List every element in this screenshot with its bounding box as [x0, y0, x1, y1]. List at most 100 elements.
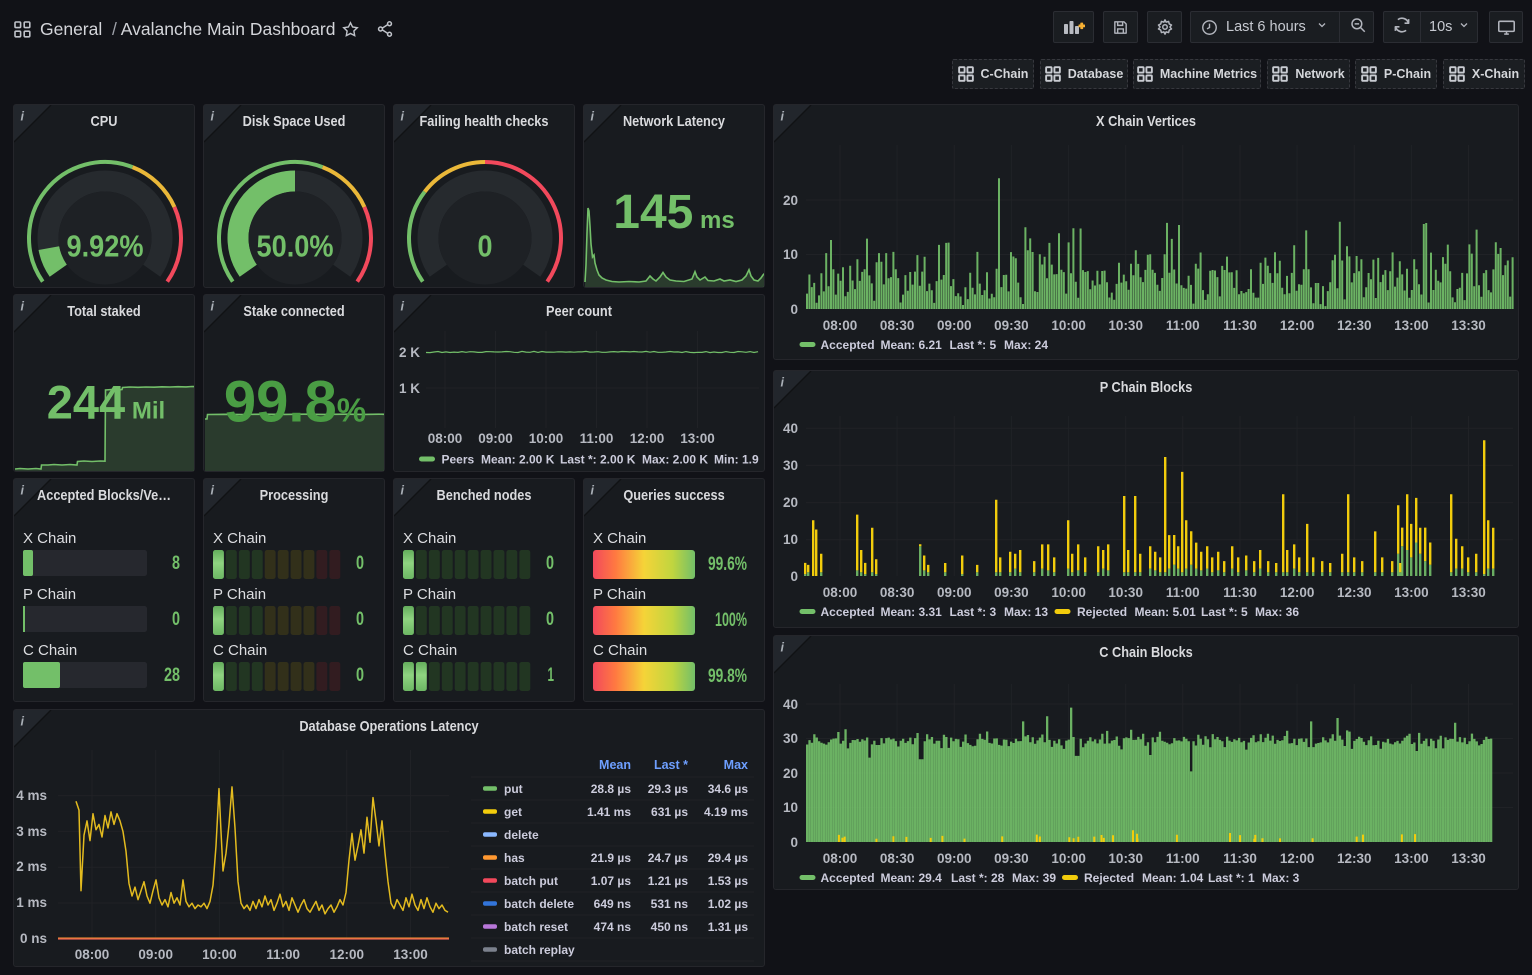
svg-text:4 ms: 4 ms: [16, 788, 47, 803]
svg-text:Mean: 1.04: Mean: 1.04: [1142, 871, 1204, 885]
svg-text:12:00: 12:00: [1280, 318, 1315, 333]
svg-text:28.8 µs: 28.8 µs: [591, 782, 632, 796]
svg-text:12:30: 12:30: [1337, 851, 1372, 866]
svg-text:13:00: 13:00: [393, 947, 428, 962]
svg-text:batch put: batch put: [504, 874, 558, 888]
svg-text:Mean: 6.21: Mean: 6.21: [881, 338, 943, 352]
svg-text:Last *: 5: Last *: 5: [950, 338, 997, 352]
svg-text:Mean: 3.31: Mean: 3.31: [881, 605, 943, 619]
svg-text:13:00: 13:00: [1394, 851, 1429, 866]
svg-text:10:30: 10:30: [1108, 851, 1143, 866]
svg-text:09:00: 09:00: [138, 947, 173, 962]
svg-text:C Chain: C Chain: [213, 642, 267, 659]
svg-text:1 ms: 1 ms: [16, 895, 47, 910]
svg-text:C Chain: C Chain: [23, 642, 77, 659]
svg-text:09:30: 09:30: [994, 851, 1029, 866]
svg-text:Last *: 5: Last *: 5: [1201, 605, 1248, 619]
svg-text:08:00: 08:00: [823, 585, 858, 600]
svg-text:13:30: 13:30: [1451, 851, 1486, 866]
svg-text:50.0%: 50.0%: [257, 230, 334, 264]
svg-text:1: 1: [548, 664, 555, 686]
svg-text:11:00: 11:00: [266, 947, 300, 962]
svg-text:9.92%: 9.92%: [67, 230, 144, 264]
svg-text:28: 28: [164, 664, 180, 686]
svg-text:13:00: 13:00: [680, 431, 715, 446]
svg-text:99.8%: 99.8%: [224, 370, 366, 435]
svg-text:10:00: 10:00: [1051, 318, 1086, 333]
svg-text:20: 20: [783, 766, 798, 781]
svg-text:0: 0: [356, 608, 364, 630]
svg-text:631 µs: 631 µs: [651, 805, 688, 819]
svg-text:10:30: 10:30: [1108, 585, 1143, 600]
svg-text:12:30: 12:30: [1337, 585, 1372, 600]
svg-text:8: 8: [172, 552, 180, 574]
svg-text:Last *: 3: Last *: 3: [950, 605, 997, 619]
svg-text:20: 20: [783, 495, 798, 510]
svg-text:Accepted: Accepted: [821, 338, 875, 352]
svg-text:450 ns: 450 ns: [651, 920, 689, 934]
svg-text:X Chain: X Chain: [23, 530, 76, 547]
svg-text:09:00: 09:00: [937, 585, 972, 600]
svg-text:Rejected: Rejected: [1084, 871, 1134, 885]
svg-text:10: 10: [783, 247, 798, 262]
svg-text:batch reset: batch reset: [504, 920, 568, 934]
svg-text:2 K: 2 K: [399, 345, 420, 360]
svg-text:09:00: 09:00: [937, 318, 972, 333]
svg-text:P Chain: P Chain: [213, 586, 266, 603]
svg-text:12:30: 12:30: [1337, 318, 1372, 333]
svg-text:08:00: 08:00: [823, 851, 858, 866]
svg-text:4.19 ms: 4.19 ms: [704, 805, 748, 819]
svg-text:0: 0: [356, 552, 364, 574]
svg-text:1.53 µs: 1.53 µs: [708, 874, 749, 888]
svg-text:13:30: 13:30: [1451, 585, 1486, 600]
svg-text:1.07 µs: 1.07 µs: [591, 874, 632, 888]
svg-text:08:00: 08:00: [75, 947, 110, 962]
svg-text:08:30: 08:30: [880, 851, 915, 866]
svg-text:99.8%: 99.8%: [708, 665, 747, 687]
svg-text:10: 10: [783, 532, 798, 547]
svg-text:13:00: 13:00: [1394, 585, 1429, 600]
svg-text:40: 40: [783, 697, 798, 712]
svg-text:C Chain: C Chain: [403, 642, 457, 659]
svg-text:Mean: 29.4: Mean: 29.4: [881, 871, 943, 885]
svg-text:Last *: Last *: [654, 758, 688, 772]
svg-text:P Chain: P Chain: [403, 586, 456, 603]
svg-text:08:30: 08:30: [880, 585, 915, 600]
svg-text:0 ns: 0 ns: [20, 931, 47, 946]
svg-text:10:30: 10:30: [1108, 318, 1143, 333]
svg-text:Mean: 2.00 K: Mean: 2.00 K: [481, 453, 555, 467]
svg-text:10:00: 10:00: [1051, 585, 1086, 600]
svg-text:Mean: Mean: [599, 758, 631, 772]
svg-text:C Chain: C Chain: [593, 642, 647, 659]
svg-text:batch replay: batch replay: [504, 943, 575, 957]
svg-text:0: 0: [172, 608, 180, 630]
svg-text:0: 0: [356, 664, 364, 686]
svg-text:99.6%: 99.6%: [708, 553, 747, 575]
svg-text:Last *: 1: Last *: 1: [1208, 871, 1255, 885]
svg-text:has: has: [504, 851, 525, 865]
svg-text:11:30: 11:30: [1223, 318, 1257, 333]
svg-text:2 ms: 2 ms: [16, 859, 47, 874]
svg-text:08:00: 08:00: [428, 431, 463, 446]
svg-text:08:00: 08:00: [823, 318, 858, 333]
svg-text:0: 0: [478, 230, 493, 264]
svg-text:0: 0: [546, 608, 554, 630]
svg-text:0: 0: [790, 302, 798, 317]
svg-text:34.6 µs: 34.6 µs: [708, 782, 749, 796]
svg-text:09:00: 09:00: [937, 851, 972, 866]
svg-text:X Chain: X Chain: [593, 530, 646, 547]
svg-text:Max: 3: Max: 3: [1262, 871, 1300, 885]
svg-text:Last *: 2.00 K: Last *: 2.00 K: [560, 453, 636, 467]
svg-text:Peers: Peers: [442, 453, 475, 467]
svg-text:P Chain: P Chain: [23, 586, 76, 603]
svg-text:11:30: 11:30: [1223, 585, 1257, 600]
svg-text:1.41 ms: 1.41 ms: [587, 805, 631, 819]
svg-text:12:00: 12:00: [1280, 585, 1315, 600]
svg-text:649 ns: 649 ns: [594, 897, 632, 911]
svg-text:0: 0: [546, 552, 554, 574]
svg-text:1.31 µs: 1.31 µs: [708, 920, 749, 934]
svg-text:40: 40: [783, 421, 798, 436]
svg-text:12:00: 12:00: [630, 431, 665, 446]
svg-text:Rejected: Rejected: [1077, 605, 1127, 619]
svg-text:Min: 1.9: Min: 1.9: [714, 453, 759, 467]
